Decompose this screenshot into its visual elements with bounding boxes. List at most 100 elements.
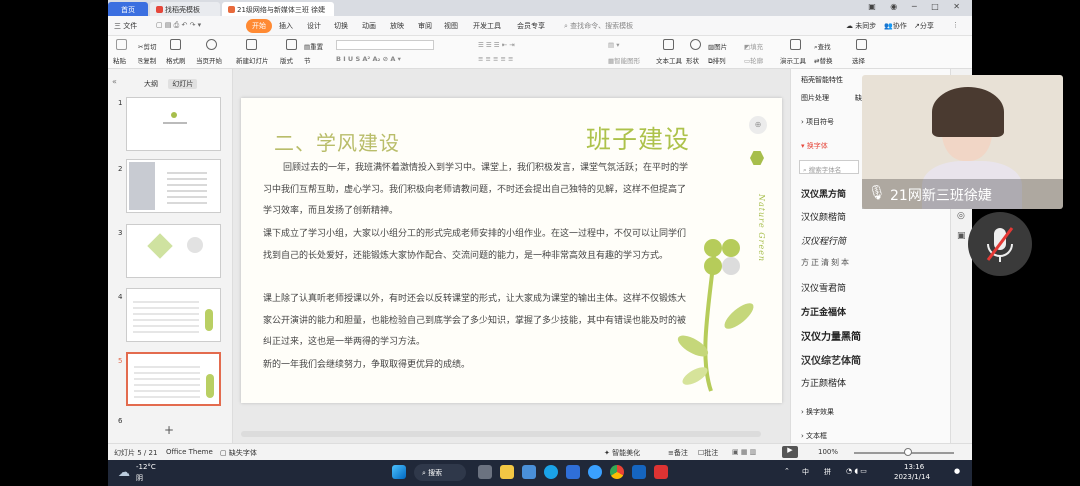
quick-access-icons[interactable]: ▢ ▤ ⎙ ↶ ↷ ▾ — [156, 21, 201, 30]
font-option[interactable]: 汉仪综艺体简 — [801, 352, 861, 367]
more-icon[interactable]: ⋮ — [952, 21, 959, 29]
font-option[interactable]: 方正颜楷体 — [801, 376, 846, 389]
select-button[interactable]: 选择 — [852, 55, 865, 65]
menu-insert[interactable]: 插入 — [279, 21, 293, 31]
layout-icon[interactable] — [286, 39, 297, 50]
mail-icon[interactable] — [566, 465, 580, 479]
outline-tab[interactable]: 大纲 — [144, 80, 158, 88]
tab-more[interactable]: 缺 — [855, 93, 862, 103]
new-slide-icon[interactable] — [246, 39, 257, 50]
horizontal-scrollbar[interactable] — [241, 431, 761, 437]
task-view-icon[interactable] — [478, 465, 492, 479]
format-painter-button[interactable]: 格式刷 — [166, 55, 186, 65]
weather-desc[interactable]: 阴 — [136, 473, 143, 483]
section-textbox[interactable]: › 文本框 — [801, 431, 827, 441]
font-family-select[interactable] — [336, 40, 434, 50]
paragraph-buttons[interactable]: ☰ ☰ ☰ ⇤ ⇥ — [478, 41, 515, 49]
tab-template[interactable]: 找稻壳模板 — [150, 2, 220, 16]
clock-time[interactable]: 13:16 — [904, 463, 924, 471]
slide-thumbnail[interactable] — [126, 97, 221, 151]
font-option[interactable]: 汉仪力量黑简 — [801, 328, 861, 343]
reset-button[interactable]: ▤重置 — [304, 41, 323, 51]
ime-chinese[interactable]: 中 — [802, 467, 809, 477]
comments-button[interactable]: ☐批注 — [698, 448, 718, 458]
menu-transition[interactable]: 切换 — [334, 21, 348, 31]
presenter-tools-button[interactable]: 演示工具 — [780, 55, 806, 65]
menu-developer[interactable]: 开发工具 — [473, 21, 501, 31]
paste-button[interactable]: 粘贴 — [113, 55, 126, 65]
zoom-level[interactable]: 100% — [818, 448, 838, 456]
collapse-icon[interactable]: « — [112, 77, 117, 86]
fill-button[interactable]: ◩填充 — [744, 41, 763, 51]
tray-chevron-icon[interactable]: ⌃ — [784, 467, 790, 475]
slide-thumbnail-selected[interactable] — [126, 352, 221, 406]
find-button[interactable]: ⌕查找 — [814, 41, 831, 52]
slide-paragraph[interactable]: 课下成立了学习小组，大家以小组分工的形式完成老师安排的小组作业。在这一过程中，不… — [263, 224, 693, 267]
store-icon[interactable] — [522, 465, 536, 479]
play-icon[interactable] — [206, 39, 217, 50]
picture-button[interactable]: ▨图片 — [708, 41, 727, 51]
arrange-button[interactable]: ⧉排列 — [708, 55, 726, 66]
text-format-buttons[interactable]: B I U S A² A₂ ⊘ A ▾ — [336, 55, 401, 63]
command-search[interactable]: ⌕ 查找命令、搜索模板 — [564, 21, 633, 31]
tab-home[interactable]: 首页 — [108, 2, 148, 16]
font-search-input[interactable]: ⌕ 搜索字体名 — [799, 160, 859, 174]
share-button[interactable]: ↗分享 — [914, 21, 934, 31]
menu-start[interactable]: 开始 — [246, 19, 272, 33]
cut-button[interactable]: ✂剪切 — [138, 41, 156, 51]
slide-thumbnail[interactable] — [126, 224, 221, 278]
shape-button[interactable]: 形状 — [686, 55, 699, 65]
menu-slideshow[interactable]: 放映 — [390, 21, 404, 31]
font-option[interactable]: 汉仪程行简 — [801, 234, 846, 247]
windows-start-icon[interactable] — [392, 465, 406, 479]
comment-icon[interactable]: ▣ — [957, 231, 966, 241]
add-slide-button[interactable]: + — [164, 423, 174, 437]
slide-thumbnail[interactable] — [126, 159, 221, 213]
slide-paragraph[interactable]: 课上除了认真听老师授课以外，有时还会以反转课堂的形式，让大家成为课堂的输出主体。… — [263, 289, 693, 354]
slide-heading[interactable]: 班子建设 — [586, 120, 690, 156]
sync-status[interactable]: ☁ 未同步 — [846, 21, 876, 31]
microphone-icon[interactable]: 🎙 — [868, 185, 886, 201]
text-tools-button[interactable]: 文本工具 — [656, 55, 682, 65]
location-icon[interactable]: ◎ — [957, 211, 965, 221]
slide-thumbnail[interactable] — [126, 288, 221, 342]
menu-design[interactable]: 设计 — [307, 21, 321, 31]
collab-button[interactable]: 👥协作 — [884, 21, 907, 31]
outline-button[interactable]: ▭轮廓 — [744, 55, 763, 65]
slides-tab[interactable]: 幻灯片 — [168, 79, 198, 89]
file-menu[interactable]: 三 文件 — [114, 21, 137, 31]
wps-icon[interactable] — [654, 465, 668, 479]
section-text-effects[interactable]: › 换字效果 — [801, 407, 834, 417]
tab-picture-processing[interactable]: 图片处理 — [801, 93, 829, 103]
menu-animation[interactable]: 动画 — [362, 21, 376, 31]
app-icon[interactable] — [632, 465, 646, 479]
font-option[interactable]: 汉仪雪君简 — [801, 281, 846, 294]
tab-document[interactable]: 21级网络与新媒体三班 徐婕 — [222, 2, 334, 16]
replace-button[interactable]: ⇄替换 — [814, 55, 832, 65]
ime-pinyin[interactable]: 拼 — [824, 467, 831, 477]
font-option[interactable]: 方正清刻本 — [801, 257, 851, 268]
font-option[interactable]: 汉仪颜楷简 — [801, 210, 846, 223]
presenter-icon[interactable] — [790, 39, 801, 50]
menu-review[interactable]: 审阅 — [418, 21, 432, 31]
missing-font-button[interactable]: ▢ 缺失字体 — [220, 448, 257, 458]
copy-button[interactable]: ⎘复制 — [138, 55, 156, 66]
notes-button[interactable]: ≡备注 — [668, 448, 688, 458]
format-painter-icon[interactable] — [170, 39, 181, 50]
cloud-icon[interactable]: ☁ — [118, 465, 130, 479]
section-button[interactable]: 节 — [304, 55, 311, 65]
zoom-handle[interactable] — [904, 448, 912, 456]
new-slide-button[interactable]: 新建幻灯片 — [236, 55, 269, 65]
font-option[interactable]: 汉仪黑方简 — [801, 187, 846, 200]
slide-paragraph[interactable]: 新的一年我们会继续努力，争取取得更优异的成绩。 — [263, 355, 693, 377]
section-change-font[interactable]: ▾ 换字体 — [801, 141, 828, 151]
section-bullets[interactable]: › 项目符号 — [801, 117, 834, 127]
paste-icon[interactable] — [116, 39, 127, 50]
edge-icon[interactable] — [544, 465, 558, 479]
weather-temp[interactable]: -12°C — [136, 463, 156, 471]
mute-button[interactable] — [968, 212, 1032, 276]
menu-member[interactable]: 会员专享 — [517, 21, 545, 31]
text-tools-icon[interactable] — [663, 39, 674, 50]
file-explorer-icon[interactable] — [500, 465, 514, 479]
play-from-current[interactable]: 当页开始 — [196, 55, 222, 65]
